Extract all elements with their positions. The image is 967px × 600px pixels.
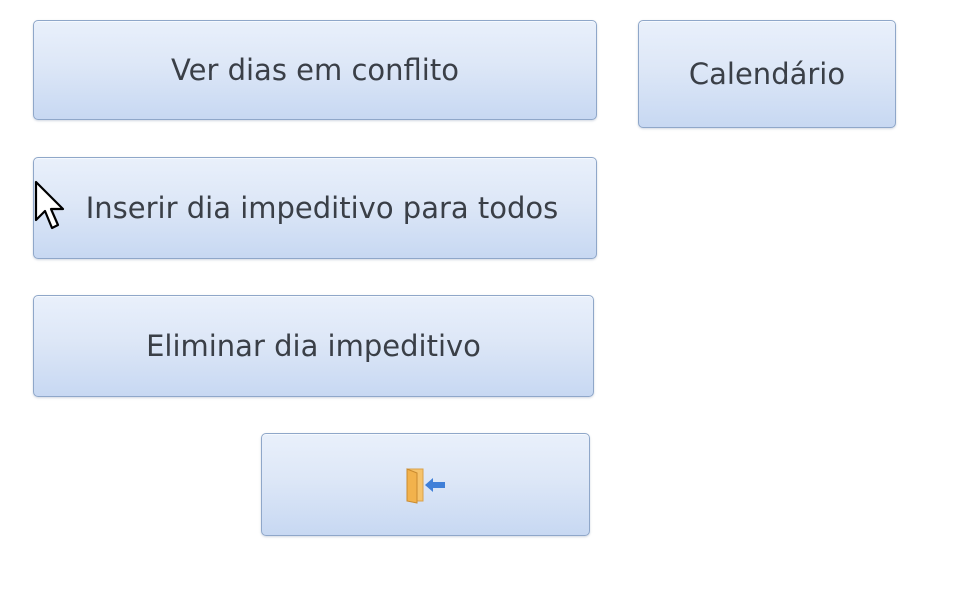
view-conflict-days-label: Ver dias em conflito bbox=[171, 53, 459, 87]
insert-blocking-day-all-label: Inserir dia impeditivo para todos bbox=[85, 191, 559, 225]
delete-blocking-day-label: Eliminar dia impeditivo bbox=[146, 329, 481, 363]
calendar-label: Calendário bbox=[688, 57, 846, 91]
delete-blocking-day-button[interactable]: Eliminar dia impeditivo bbox=[33, 295, 594, 397]
exit-door-icon bbox=[406, 467, 445, 504]
exit-button[interactable] bbox=[261, 433, 590, 536]
calendar-button[interactable]: Calendário bbox=[638, 20, 896, 128]
view-conflict-days-button[interactable]: Ver dias em conflito bbox=[33, 20, 597, 120]
insert-blocking-day-all-button[interactable]: Inserir dia impeditivo para todos bbox=[33, 157, 597, 259]
